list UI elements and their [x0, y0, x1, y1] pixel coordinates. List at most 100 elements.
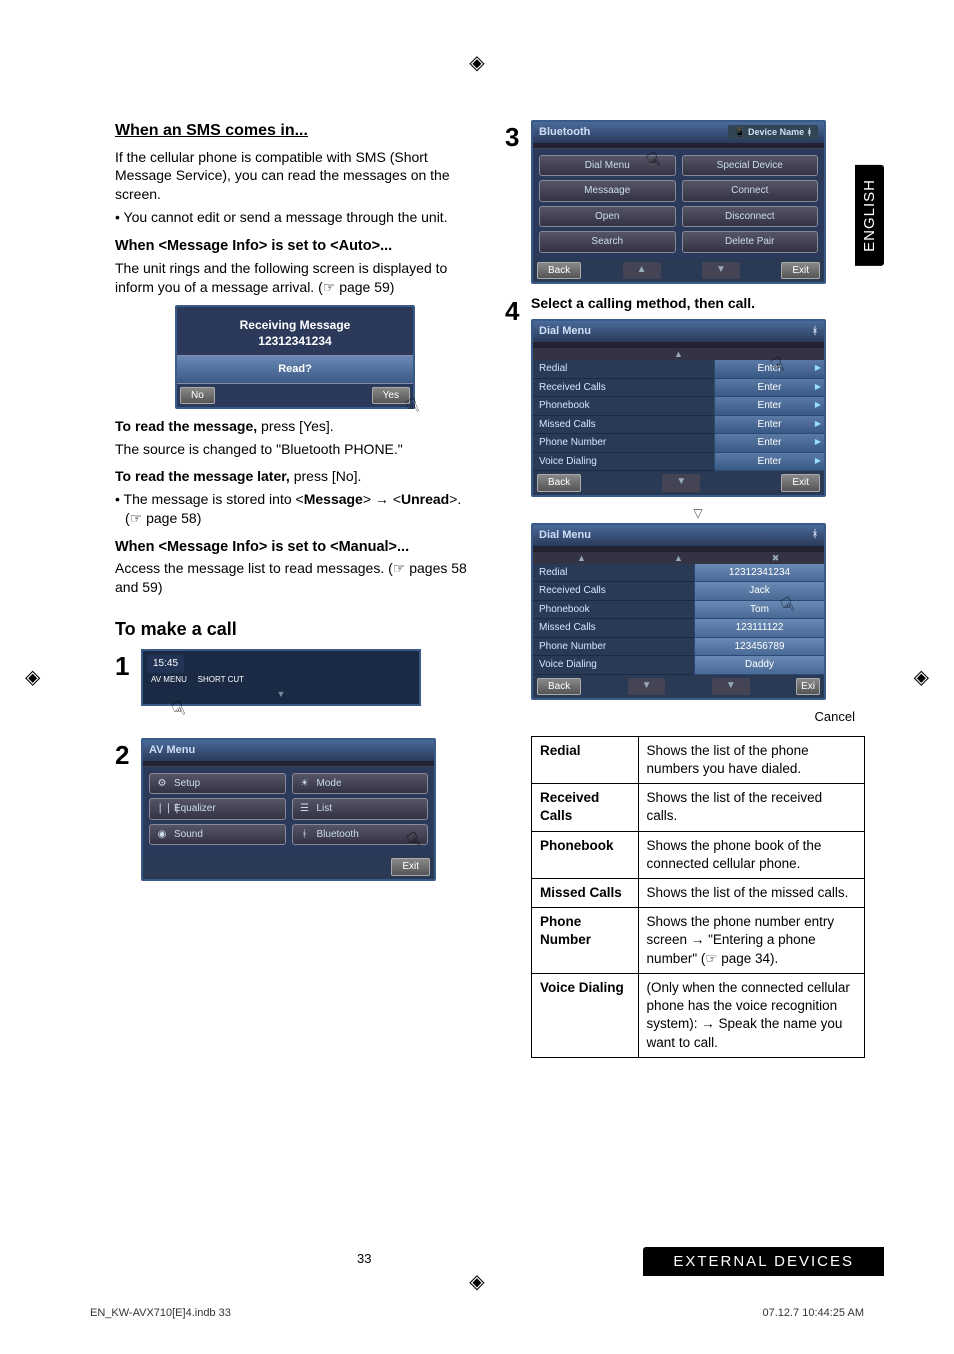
scroll-down-icon[interactable]: ▼ — [628, 678, 666, 696]
bt-delete-pair[interactable]: Delete Pair — [682, 231, 819, 253]
read-yes-line: To read the message, press [Yes]. — [115, 417, 475, 436]
step-1: 1 15:45 AV MENU SHORT CUT ▼ ☟ — [115, 649, 475, 727]
bt-message[interactable]: Messaage — [539, 180, 676, 202]
menu-sound[interactable]: ◉Sound — [149, 824, 286, 846]
step-2: 2 AV Menu ⚙Setup ❘❘❘Equalizer ◉Sound ☀Mo… — [115, 738, 475, 881]
back-button[interactable]: Back — [537, 474, 581, 492]
table-row: Phone Number Shows the phone number entr… — [532, 908, 865, 974]
bt-dial-menu[interactable]: Dial Menu — [539, 155, 676, 177]
enter-button[interactable]: Enter▶ — [714, 434, 824, 453]
table-row: Received CallsShows the list of the rece… — [532, 784, 865, 831]
gear-icon: ⚙ — [156, 777, 168, 791]
back-button[interactable]: Back — [537, 678, 581, 696]
menu-setup[interactable]: ⚙Setup — [149, 773, 286, 795]
menu-list[interactable]: ☰List — [292, 798, 429, 820]
close-icon[interactable]: ✖ — [727, 552, 824, 564]
registration-mark-top: ◈ — [469, 50, 484, 75]
exit-button[interactable]: Exit — [391, 858, 430, 876]
exit-button[interactable]: Exit — [781, 262, 820, 280]
menu-mode[interactable]: ☀Mode — [292, 773, 429, 795]
scroll-down-icon[interactable]: ▼ — [702, 262, 740, 280]
read-no-bullet: The message is stored into <Message> → <… — [125, 490, 475, 528]
bt-special-device[interactable]: Special Device — [682, 155, 819, 177]
dial-redial[interactable]: Redial — [533, 564, 694, 583]
shortcut-icon[interactable]: SHORT CUT — [194, 673, 248, 688]
registration-mark-right: ◈ — [914, 665, 929, 690]
cancel-label: Cancel — [531, 708, 865, 726]
table-row: RedialShows the list of the phone number… — [532, 736, 865, 783]
manual-text: Access the message list to read messages… — [115, 559, 475, 597]
make-call-heading: To make a call — [115, 617, 475, 641]
enter-button[interactable]: Enter▶ — [714, 397, 824, 416]
bluetooth-menu-screen: Bluetooth 📱 Device Name ᚼ Dial Menu Mess… — [531, 120, 826, 284]
dial-menu-screen-2: Dial Menuᚼ ▲ ▲ ✖ Redial12312341234 Recei… — [531, 523, 826, 700]
dial-menu-title: Dial Menu — [539, 528, 591, 543]
dial-missed[interactable]: Missed Calls — [533, 619, 694, 638]
menu-equalizer[interactable]: ❘❘❘Equalizer — [149, 798, 286, 820]
scroll-up-icon[interactable]: ▲ — [623, 262, 661, 280]
print-timestamp: 07.12.7 10:44:25 AM — [762, 1307, 864, 1319]
section-footer: EXTERNAL DEVICES — [643, 1247, 884, 1276]
dial-received[interactable]: Received Calls — [533, 379, 714, 398]
value-button[interactable]: Jack — [694, 582, 824, 601]
mode-icon: ☀ — [299, 777, 311, 791]
scroll-up[interactable]: ▲ — [533, 348, 824, 360]
step-3: 3 Bluetooth 📱 Device Name ᚼ Dial Menu Me… — [505, 120, 865, 284]
print-footer: EN_KW-AVX710[E]4.indb 33 07.12.7 10:44:2… — [90, 1307, 864, 1319]
scroll-up-left[interactable]: ▲ — [533, 552, 630, 564]
value-button[interactable]: Daddy — [694, 656, 824, 675]
value-button[interactable]: Tom — [694, 601, 824, 620]
sms-bullet: You cannot edit or send a message throug… — [125, 208, 475, 227]
definitions-table: RedialShows the list of the phone number… — [531, 736, 865, 1058]
dial-phonebook[interactable]: Phonebook — [533, 397, 714, 416]
dial-number[interactable]: Phone Number — [533, 638, 694, 657]
print-file: EN_KW-AVX710[E]4.indb 33 — [90, 1307, 231, 1319]
dial-menu-title: Dial Menu — [539, 324, 591, 339]
bt-search[interactable]: Search — [539, 231, 676, 253]
dial-voice[interactable]: Voice Dialing — [533, 656, 694, 675]
dial-voice[interactable]: Voice Dialing — [533, 453, 714, 472]
enter-button[interactable]: Enter▶ — [714, 379, 824, 398]
bt-connect[interactable]: Connect — [682, 180, 819, 202]
dial-missed[interactable]: Missed Calls — [533, 416, 714, 435]
yes-button[interactable]: Yes — [372, 387, 410, 405]
value-button[interactable]: 12312341234 — [694, 564, 824, 583]
value-button[interactable]: 123456789 — [694, 638, 824, 657]
enter-button[interactable]: Enter▶ — [714, 360, 824, 379]
av-menu-title: AV Menu — [143, 740, 434, 761]
right-column: 3 Bluetooth 📱 Device Name ᚼ Dial Menu Me… — [505, 120, 865, 1068]
equalizer-icon: ❘❘❘ — [156, 802, 168, 816]
scroll-down-icon[interactable]: ▼ — [662, 474, 700, 492]
enter-button[interactable]: Enter▶ — [714, 453, 824, 472]
dial-number[interactable]: Phone Number — [533, 434, 714, 453]
step-2-number: 2 — [115, 738, 137, 773]
home-screen: 15:45 AV MENU SHORT CUT ▼ ☟ — [141, 649, 421, 705]
table-row: PhonebookShows the phone book of the con… — [532, 831, 865, 878]
avmenu-icon[interactable]: AV MENU — [147, 673, 191, 688]
exit-button[interactable]: Exi — [796, 678, 820, 696]
read-yes-note: The source is changed to "Bluetooth PHON… — [115, 440, 475, 459]
value-button[interactable]: 123111122 — [694, 619, 824, 638]
table-row: Missed CallsShows the list of the missed… — [532, 878, 865, 907]
enter-button[interactable]: Enter▶ — [714, 416, 824, 435]
step-4-number: 4 — [505, 294, 527, 329]
bt-open[interactable]: Open — [539, 206, 676, 228]
no-button[interactable]: No — [180, 387, 215, 405]
exit-button[interactable]: Exit — [781, 474, 820, 492]
manual-heading: When <Message Info> is set to <Manual>..… — [115, 538, 475, 558]
bluetooth-icon: ᚼ — [812, 325, 818, 339]
dial-redial[interactable]: Redial — [533, 360, 714, 379]
step4-text: Select a calling method, then call. — [531, 294, 865, 313]
dial-phonebook[interactable]: Phonebook — [533, 601, 694, 620]
menu-bluetooth[interactable]: ᚼBluetooth — [292, 824, 429, 846]
av-menu-right-col: ☀Mode ☰List ᚼBluetooth — [292, 773, 429, 850]
bt-disconnect[interactable]: Disconnect — [682, 206, 819, 228]
scroll-down-icon[interactable]: ▼ — [712, 678, 750, 696]
dial-received[interactable]: Received Calls — [533, 582, 694, 601]
back-button[interactable]: Back — [537, 262, 581, 280]
dial-menu-screen-1: Dial Menuᚼ ▲ RedialEnter▶ Received Calls… — [531, 319, 826, 496]
down-arrow-icon: ▼ — [147, 688, 415, 700]
registration-mark-bottom: ◈ — [469, 1269, 484, 1294]
bt-device-badge: 📱 Device Name ᚼ — [728, 125, 818, 139]
scroll-up-right[interactable]: ▲ — [630, 552, 727, 564]
